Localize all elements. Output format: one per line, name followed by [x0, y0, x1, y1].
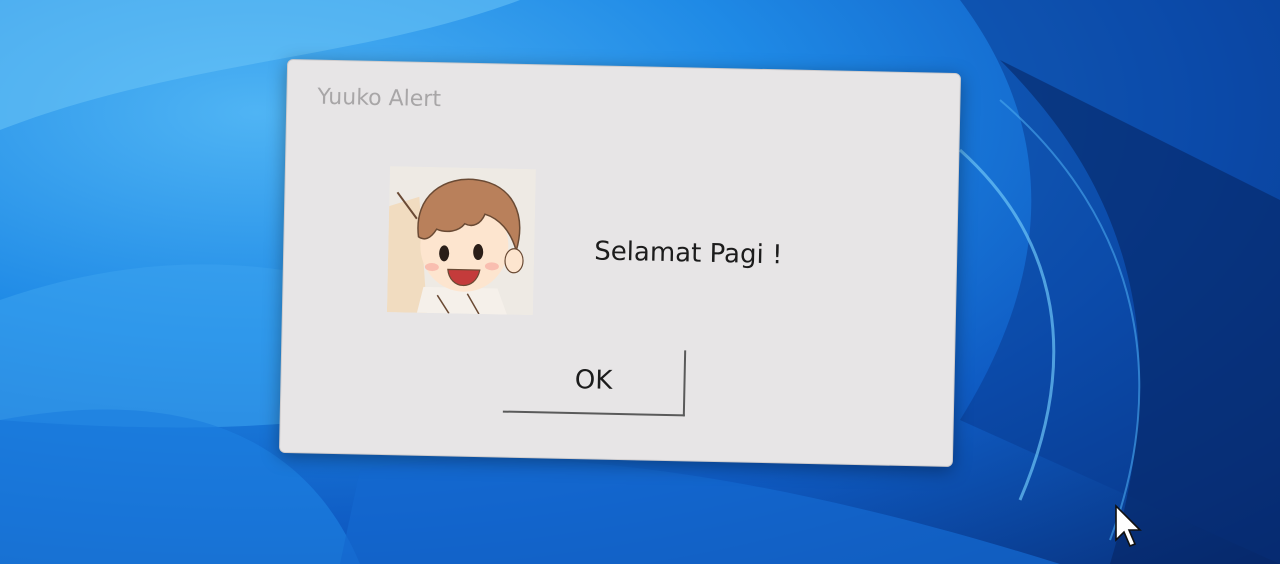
- desktop: Yuuko Alert Selamat Pagi ! OK: [0, 0, 1280, 564]
- alert-message: Selamat Pagi !: [593, 236, 783, 271]
- dialog-title: Yuuko Alert: [317, 84, 442, 113]
- alert-dialog: Yuuko Alert Selamat Pagi ! OK: [278, 58, 962, 468]
- yuuko-character-icon: [386, 166, 536, 316]
- ok-button[interactable]: OK: [502, 346, 687, 417]
- mouse-cursor-icon: [1115, 504, 1142, 548]
